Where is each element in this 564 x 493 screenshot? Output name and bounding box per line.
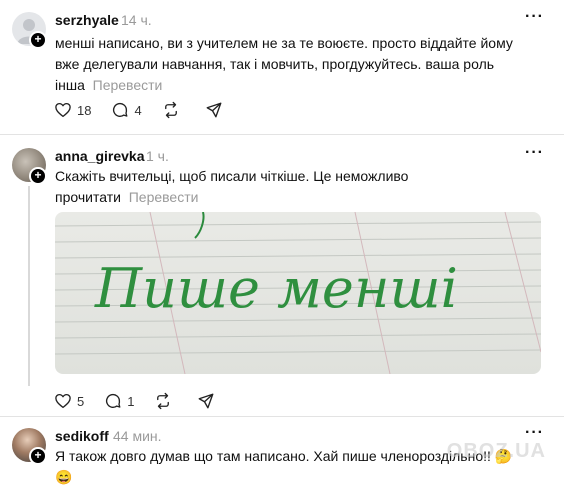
timestamp: 44 мин. — [113, 428, 162, 444]
follow-plus-icon[interactable]: + — [29, 31, 47, 49]
share-button[interactable] — [205, 101, 228, 119]
repost-button[interactable] — [162, 101, 185, 119]
username[interactable]: sedikoff — [55, 428, 109, 444]
share-icon — [206, 102, 222, 118]
thread-line — [28, 186, 30, 386]
translate-link[interactable]: Перевести — [93, 77, 163, 93]
post-text-line: прочитати — [55, 189, 121, 205]
post-text-line: Я також довго думав що там написано. Хай… — [55, 448, 491, 464]
translate-link[interactable]: Перевести — [129, 189, 199, 205]
watermark: OBOZ.UA — [446, 440, 546, 462]
more-icon[interactable]: ··· — [525, 8, 544, 26]
post-divider — [0, 134, 564, 135]
username[interactable]: serzhyale — [55, 12, 119, 28]
reply-button[interactable]: 4 — [111, 101, 142, 119]
follow-plus-icon[interactable]: + — [29, 167, 47, 185]
post-text-line: менші написано, ви з учителем не за те в… — [55, 35, 513, 51]
post-image[interactable]: Пише менші — [55, 212, 541, 374]
image-handwriting: Пише менші — [94, 257, 458, 320]
like-count: 18 — [77, 102, 92, 118]
post-divider — [0, 416, 564, 417]
post-text-line: інша — [55, 77, 85, 93]
action-bar: 18 4 — [54, 101, 248, 119]
heart-icon — [55, 393, 71, 409]
repost-button[interactable] — [154, 392, 177, 410]
reply-count: 1 — [127, 393, 135, 409]
timestamp: 14 ч. — [121, 12, 152, 28]
notebook-photo: Пише менші — [55, 212, 541, 374]
heart-icon — [55, 102, 71, 118]
follow-plus-icon[interactable]: + — [29, 447, 47, 465]
post-text: менші написано, ви з учителем не за те в… — [55, 33, 535, 96]
username[interactable]: anna_girevka — [55, 148, 145, 164]
like-button[interactable]: 5 — [54, 392, 84, 410]
share-button[interactable] — [197, 392, 220, 410]
post-text-line: Скажіть вчительці, щоб писали чіткіше. Ц… — [55, 168, 409, 184]
share-icon — [199, 393, 214, 409]
post-text-line: вже делегували навчання, так і мовчить, … — [55, 56, 495, 72]
comment-icon — [106, 393, 121, 408]
reply-button[interactable]: 1 — [104, 392, 134, 410]
post-text: Скажіть вчительці, щоб писали чіткіше. Ц… — [55, 166, 535, 208]
action-bar: 5 1 — [54, 392, 240, 410]
smile-emoji: 😄 — [55, 469, 73, 485]
reply-count: 4 — [134, 102, 142, 118]
more-icon[interactable]: ··· — [525, 144, 544, 162]
like-button[interactable]: 18 — [54, 101, 91, 119]
comment-icon — [113, 102, 128, 117]
repost-icon — [164, 101, 177, 119]
like-count: 5 — [77, 393, 85, 409]
repost-icon — [157, 392, 170, 410]
timestamp: 1 ч. — [146, 148, 169, 164]
